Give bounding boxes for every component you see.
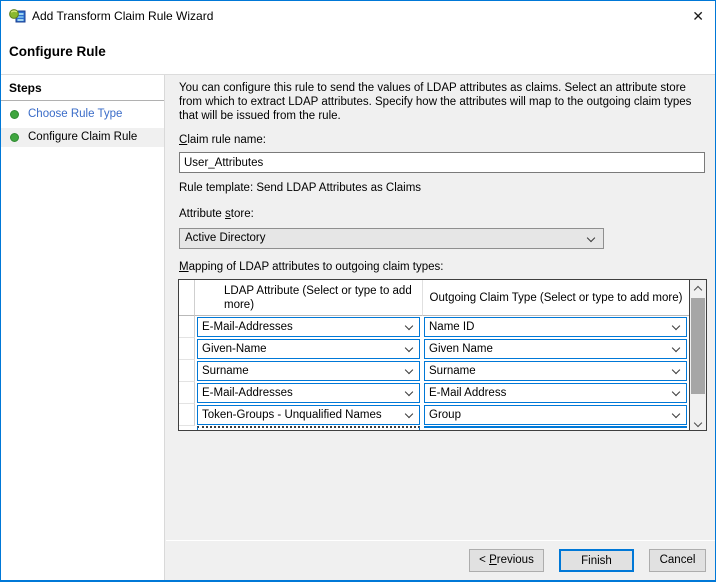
chevron-down-icon (405, 388, 413, 396)
row-header-cell[interactable] (179, 404, 195, 426)
step-status-dot-icon (10, 133, 19, 142)
close-icon[interactable]: ✕ (692, 7, 704, 25)
row-header-cell[interactable] (179, 360, 195, 382)
row-header-cell[interactable] (179, 316, 195, 338)
sidebar-item-choose-rule-type[interactable]: Choose Rule Type (1, 105, 164, 124)
mapping-row: E-Mail-Addresses E-Mail Address (179, 382, 689, 404)
mapping-label: Mapping of LDAP attributes to outgoing c… (179, 261, 443, 273)
outgoing-claim-select[interactable]: Surname (424, 361, 687, 381)
ldap-attribute-select[interactable]: Surname (197, 361, 420, 381)
rule-description-text: You can configure this rule to send the … (179, 81, 705, 123)
chevron-down-icon (694, 419, 702, 427)
chevron-up-icon (694, 286, 702, 294)
page-title: Configure Rule (9, 44, 106, 59)
button-bar: < Previous Finish Cancel (166, 540, 715, 580)
cancel-button[interactable]: Cancel (649, 549, 706, 572)
ldap-attribute-select[interactable]: Given-Name (197, 339, 420, 359)
outgoing-claim-select[interactable]: Group (424, 405, 687, 425)
step-label: Configure Claim Rule (28, 131, 137, 143)
ldap-attribute-value: Token-Groups - Unqualified Names (202, 409, 382, 421)
chevron-down-icon (405, 366, 413, 374)
chevron-down-icon (672, 344, 680, 352)
claim-rule-name-input[interactable] (179, 152, 705, 173)
chevron-down-icon (405, 322, 413, 330)
outgoing-claim-value: Group (429, 409, 461, 421)
claim-rule-name-label: Claim rule name: (179, 134, 266, 146)
finish-button[interactable]: Finish (559, 549, 634, 572)
outgoing-claim-value: Name ID (429, 321, 474, 333)
grid-corner-cell (179, 280, 195, 316)
chevron-down-icon (405, 410, 413, 418)
ldap-attribute-value: Surname (202, 365, 249, 377)
main-panel: You can configure this rule to send the … (166, 75, 715, 580)
outgoing-claim-column-header[interactable]: Outgoing Claim Type (Select or type to a… (422, 280, 689, 316)
ldap-attribute-select[interactable]: E-Mail-Addresses (197, 383, 420, 403)
wizard-body: Steps Choose Rule Type Configure Claim R… (1, 74, 715, 580)
attribute-store-select[interactable]: Active Directory (179, 228, 604, 249)
chevron-down-icon (672, 388, 680, 396)
chevron-down-icon (587, 234, 595, 242)
previous-button[interactable]: < Previous (469, 549, 544, 572)
attribute-store-label: Attribute store: (179, 208, 254, 220)
title-bar: Add Transform Claim Rule Wizard ✕ (1, 1, 715, 32)
ldap-attribute-select[interactable]: E-Mail-Addresses (197, 317, 420, 337)
attribute-store-value: Active Directory (185, 232, 266, 244)
outgoing-claim-value: Surname (429, 365, 476, 377)
row-header-cell[interactable] (179, 382, 195, 404)
sidebar-item-configure-claim-rule[interactable]: Configure Claim Rule (1, 128, 164, 147)
mapping-row: E-Mail-Addresses Name ID (179, 316, 689, 338)
row-header-cell[interactable] (179, 338, 195, 360)
mapping-row: Surname Surname (179, 360, 689, 382)
steps-sidebar: Steps Choose Rule Type Configure Claim R… (1, 75, 165, 580)
scroll-down-button[interactable] (690, 413, 706, 430)
claim-rule-wizard-icon (9, 8, 26, 25)
chevron-down-icon (672, 366, 680, 374)
ldap-attribute-value: Given-Name (202, 343, 267, 355)
window-title: Add Transform Claim Rule Wizard (32, 9, 213, 23)
outgoing-claim-select[interactable]: E-Mail Address (424, 383, 687, 403)
scroll-up-button[interactable] (690, 280, 706, 297)
new-row-claim-cell (424, 426, 687, 430)
ldap-attribute-column-header[interactable]: LDAP Attribute (Select or type to add mo… (195, 280, 422, 316)
ldap-attribute-select[interactable]: Token-Groups - Unqualified Names (197, 405, 420, 425)
mapping-row: Given-Name Given Name (179, 338, 689, 360)
wizard-window: Add Transform Claim Rule Wizard ✕ Config… (0, 0, 716, 582)
outgoing-claim-select[interactable]: Name ID (424, 317, 687, 337)
grid-scrollbar[interactable] (689, 280, 706, 430)
chevron-down-icon (405, 344, 413, 352)
ldap-attribute-value: E-Mail-Addresses (202, 321, 293, 333)
steps-header: Steps (1, 75, 164, 101)
mapping-row: Token-Groups - Unqualified Names Group (179, 404, 689, 426)
outgoing-claim-value: E-Mail Address (429, 387, 506, 399)
ldap-attribute-value: E-Mail-Addresses (202, 387, 293, 399)
outgoing-claim-select[interactable]: Given Name (424, 339, 687, 359)
chevron-down-icon (672, 322, 680, 330)
new-row-ldap-cell (197, 426, 420, 430)
rule-template-text: Rule template: Send LDAP Attributes as C… (179, 182, 421, 194)
step-label: Choose Rule Type (28, 108, 122, 120)
scrollbar-thumb[interactable] (691, 298, 705, 394)
next-empty-row-partial (179, 426, 689, 430)
mapping-grid: LDAP Attribute (Select or type to add mo… (178, 279, 707, 431)
outgoing-claim-value: Given Name (429, 343, 493, 355)
step-status-dot-icon (10, 110, 19, 119)
chevron-down-icon (672, 410, 680, 418)
